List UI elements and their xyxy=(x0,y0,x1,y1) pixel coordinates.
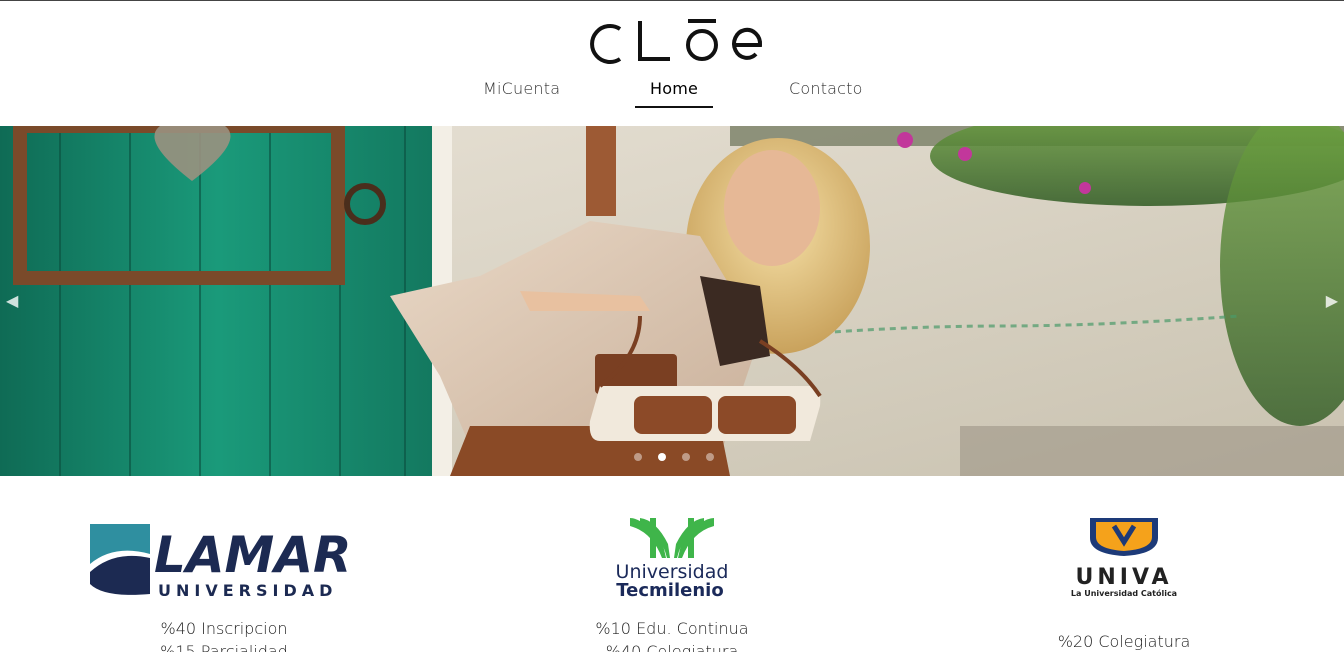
nav-micuenta[interactable]: MiCuenta xyxy=(483,79,560,98)
carousel-dot[interactable] xyxy=(706,453,714,461)
benefit-text: %20 Colegiatura xyxy=(1057,632,1191,651)
site-header: MiCuenta Home Contacto xyxy=(0,1,1344,126)
tecmilenio-logo-subtext: Tecmilenio xyxy=(616,580,723,601)
lamar-logo[interactable]: LAMAR UNIVERSIDAD xyxy=(74,514,374,604)
benefit-text: %40 Inscripcion xyxy=(160,619,288,638)
nav-home[interactable]: Home xyxy=(650,79,698,98)
main-nav: MiCuenta Home Contacto xyxy=(0,79,1344,111)
university-card-univa: UNIVA La Universidad Católica %20 Colegi… xyxy=(974,476,1274,652)
carousel-indicators xyxy=(634,453,714,461)
benefit-text: %15 Parcialidad xyxy=(160,642,288,652)
university-card-lamar: LAMAR UNIVERSIDAD %40 Inscripcion %15 Pa… xyxy=(74,476,374,652)
univa-logo-subtext: La Universidad Católica xyxy=(1071,588,1177,598)
carousel-dot[interactable] xyxy=(634,453,642,461)
university-card-tecmilenio: Universidad Tecmilenio %10 Edu. Continua… xyxy=(522,476,822,652)
hero-carousel[interactable]: ◀ ▶ xyxy=(0,126,1344,476)
nav-contacto[interactable]: Contacto xyxy=(789,79,863,98)
active-nav-indicator xyxy=(635,106,713,108)
carousel-dot-active[interactable] xyxy=(658,453,666,461)
univa-logo-text: UNIVA xyxy=(1075,565,1172,590)
tecmilenio-logo[interactable]: Universidad Tecmilenio xyxy=(522,514,822,604)
chevron-right-icon[interactable]: ▶ xyxy=(1326,291,1338,310)
benefit-text: %10 Edu. Continua xyxy=(595,619,749,638)
lamar-logo-text: LAMAR xyxy=(154,526,352,584)
cloe-logo[interactable] xyxy=(584,13,764,67)
benefit-text: %40 Colegiatura xyxy=(605,642,739,652)
univa-logo[interactable]: UNIVA La Universidad Católica xyxy=(974,514,1274,604)
carousel-dot[interactable] xyxy=(682,453,690,461)
chevron-left-icon[interactable]: ◀ xyxy=(6,291,18,310)
hero-image xyxy=(0,126,1344,476)
lamar-logo-subtext: UNIVERSIDAD xyxy=(158,581,337,600)
